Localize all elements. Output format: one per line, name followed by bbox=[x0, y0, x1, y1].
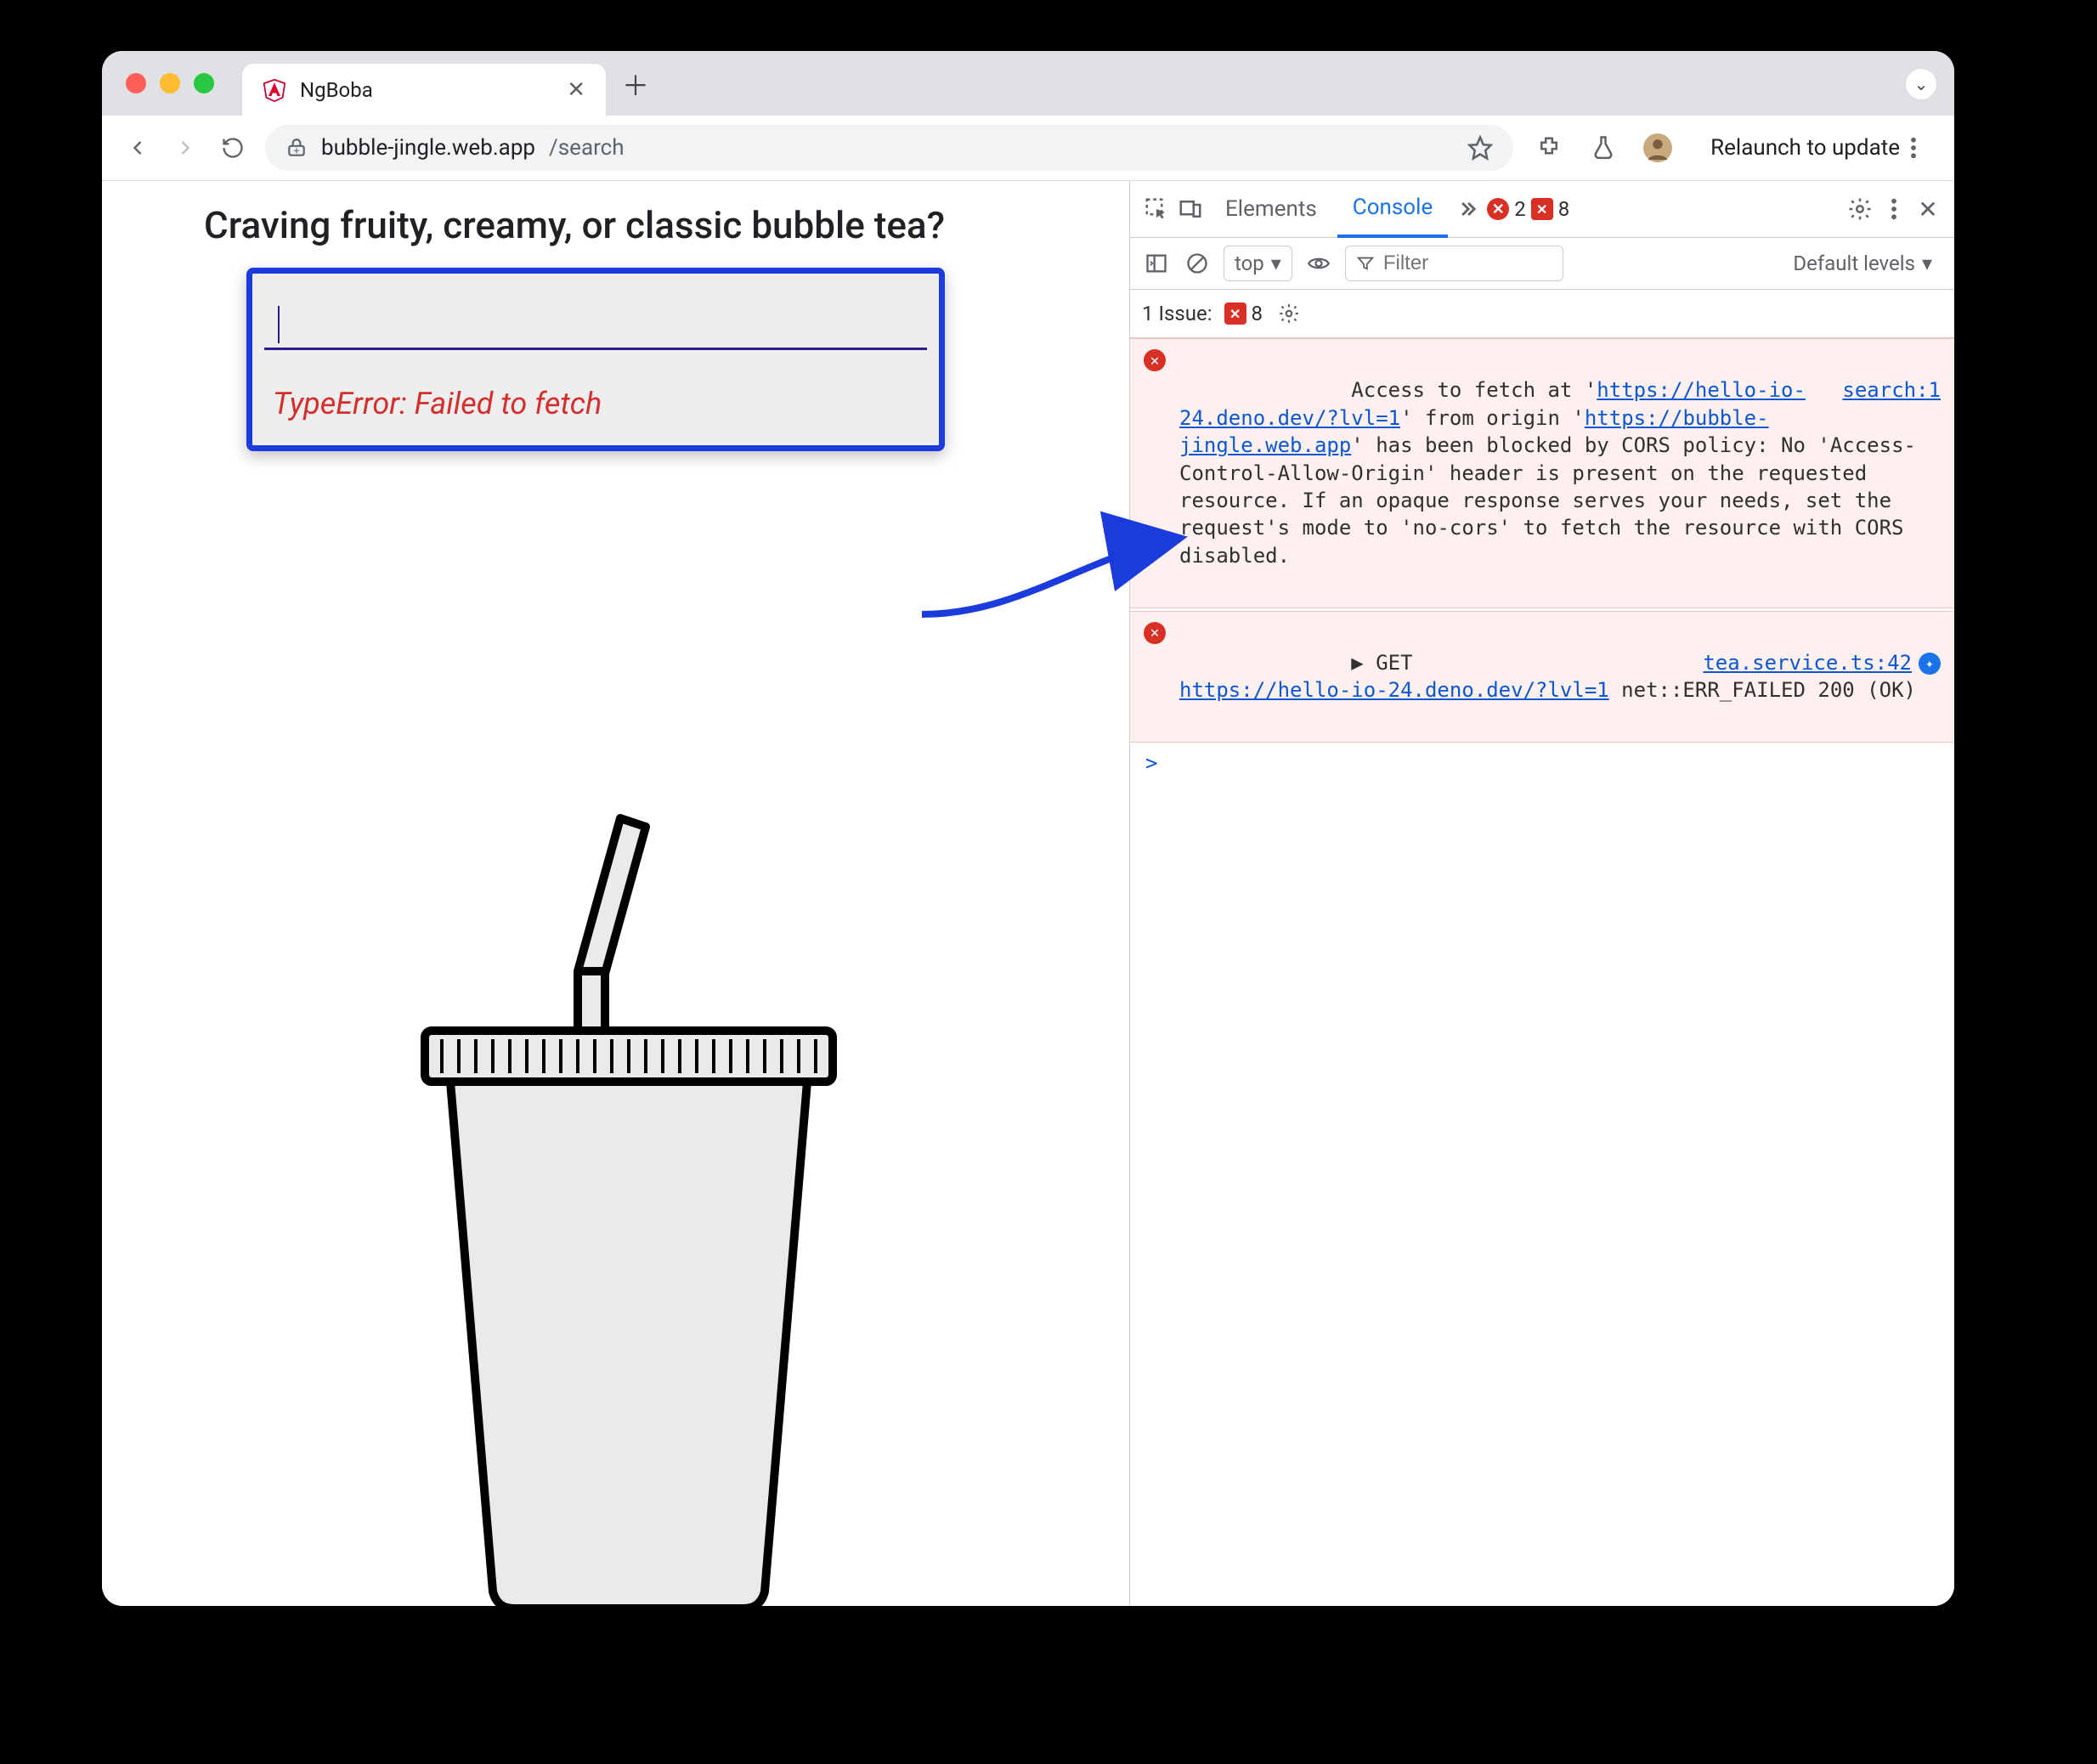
labs-icon[interactable] bbox=[1585, 125, 1622, 171]
toolbar: bubble-jingle.web.app/search Relaunch to… bbox=[102, 116, 1954, 181]
msg2-url[interactable]: https://hello-io-24.deno.dev/?lvl=1 bbox=[1179, 678, 1609, 702]
maximize-window-button[interactable] bbox=[194, 73, 214, 93]
log-levels-selector[interactable]: Default levels ▾ bbox=[1783, 246, 1942, 280]
inspect-element-icon[interactable] bbox=[1142, 195, 1171, 223]
issues-bar-count: 8 bbox=[1252, 302, 1263, 325]
context-label: top bbox=[1235, 252, 1264, 275]
source-link[interactable]: search:1 bbox=[1842, 378, 1941, 402]
kebab-menu-icon[interactable] bbox=[1910, 136, 1917, 160]
msg2-tail: net::ERR_FAILED 200 (OK) bbox=[1609, 678, 1916, 702]
site-info-icon[interactable] bbox=[285, 137, 308, 159]
close-window-button[interactable] bbox=[126, 73, 146, 93]
devtools-tabstrip: Elements Console ✕2 ✕8 ✕ bbox=[1130, 181, 1954, 238]
issues-settings-icon[interactable] bbox=[1275, 299, 1303, 328]
elements-tab-label: Elements bbox=[1225, 196, 1317, 222]
issues-label: 1 Issue: bbox=[1142, 302, 1212, 325]
url-path: /search bbox=[549, 135, 625, 161]
console-error-row[interactable]: ✕ search:1Access to fetch at 'https://he… bbox=[1130, 338, 1954, 608]
more-tabs-icon[interactable] bbox=[1453, 195, 1482, 223]
devtools-close-icon[interactable]: ✕ bbox=[1913, 195, 1942, 223]
console-error-row[interactable]: ✕ tea.service.ts:42✦▶ GET https://hello-… bbox=[1130, 611, 1954, 743]
devtools-kebab-icon[interactable] bbox=[1879, 195, 1908, 223]
context-selector[interactable]: top ▾ bbox=[1224, 246, 1292, 281]
live-expression-icon[interactable] bbox=[1304, 249, 1333, 278]
source-link[interactable]: tea.service.ts:42 bbox=[1703, 651, 1912, 675]
console-toolbar: top ▾ Default levels ▾ bbox=[1130, 238, 1954, 290]
device-toolbar-icon[interactable] bbox=[1176, 195, 1205, 223]
window-controls bbox=[126, 73, 214, 93]
fetch-error-text: TypeError: Failed to fetch bbox=[273, 386, 927, 421]
address-bar[interactable]: bubble-jingle.web.app/search bbox=[265, 125, 1513, 171]
console-sidebar-toggle-icon[interactable] bbox=[1142, 249, 1171, 278]
profile-avatar[interactable] bbox=[1639, 125, 1676, 171]
tab-title: NgBoba bbox=[300, 78, 553, 102]
devtools-settings-icon[interactable] bbox=[1845, 195, 1874, 223]
filter-icon bbox=[1356, 254, 1375, 273]
reload-button[interactable] bbox=[218, 133, 248, 163]
close-tab-icon[interactable]: ✕ bbox=[567, 77, 585, 103]
bookmark-icon[interactable] bbox=[1467, 135, 1493, 161]
boba-cup-illustration bbox=[365, 810, 892, 1606]
issues-bar-badge[interactable]: ✕8 bbox=[1224, 302, 1263, 325]
issues-count-value: 8 bbox=[1558, 197, 1570, 221]
console-tab[interactable]: Console bbox=[1337, 181, 1448, 238]
console-filter[interactable] bbox=[1345, 246, 1563, 281]
issues-bar: 1 Issue: ✕8 bbox=[1130, 290, 1954, 338]
msg1-mid: ' from origin ' bbox=[1400, 406, 1585, 430]
clear-console-icon[interactable] bbox=[1183, 249, 1212, 278]
ai-explain-icon[interactable]: ✦ bbox=[1919, 653, 1941, 675]
console-messages: ✕ search:1Access to fetch at 'https://he… bbox=[1130, 338, 1954, 743]
content-area: Craving fruity, creamy, or classic bubbl… bbox=[102, 181, 1954, 1606]
new-tab-button[interactable]: ＋ bbox=[622, 65, 649, 104]
msg1-pre: Access to fetch at ' bbox=[1351, 378, 1597, 402]
msg2-method: GET bbox=[1376, 651, 1412, 675]
devtools-panel: Elements Console ✕2 ✕8 ✕ bbox=[1129, 181, 1954, 1606]
url-domain: bubble-jingle.web.app bbox=[321, 135, 535, 161]
prompt-chevron-icon: > bbox=[1145, 751, 1157, 775]
console-tab-label: Console bbox=[1353, 195, 1433, 220]
text-cursor bbox=[278, 306, 280, 343]
expand-arrow-icon[interactable]: ▶ bbox=[1351, 651, 1363, 675]
annotation-arrow bbox=[918, 521, 1190, 657]
browser-tab[interactable]: NgBoba ✕ bbox=[241, 63, 607, 116]
back-button[interactable] bbox=[122, 133, 153, 163]
stage: NgBoba ✕ ＋ ⌄ bubble-jingle.web.app/searc… bbox=[0, 0, 2097, 1764]
error-count-badge[interactable]: ✕2 bbox=[1487, 197, 1526, 221]
elements-tab[interactable]: Elements bbox=[1210, 182, 1332, 236]
page-headline: Craving fruity, creamy, or classic bubbl… bbox=[204, 203, 1129, 247]
filter-input[interactable] bbox=[1382, 251, 1521, 276]
titlebar: NgBoba ✕ ＋ ⌄ bbox=[102, 51, 1954, 116]
relaunch-button[interactable]: Relaunch to update bbox=[1693, 125, 1934, 171]
tab-overflow-button[interactable]: ⌄ bbox=[1905, 68, 1937, 100]
angular-favicon-icon bbox=[263, 78, 286, 102]
minimize-window-button[interactable] bbox=[160, 73, 180, 93]
chevron-down-icon: ▾ bbox=[1271, 252, 1281, 275]
browser-window: NgBoba ✕ ＋ ⌄ bubble-jingle.web.app/searc… bbox=[102, 51, 1954, 1606]
levels-label: Default levels bbox=[1793, 252, 1915, 275]
search-card: TypeError: Failed to fetch bbox=[246, 268, 945, 451]
page-viewport: Craving fruity, creamy, or classic bubbl… bbox=[102, 181, 1129, 1606]
error-count-value: 2 bbox=[1514, 197, 1526, 221]
extensions-icon[interactable] bbox=[1530, 125, 1568, 171]
chevron-down-icon: ▾ bbox=[1922, 252, 1932, 275]
search-input[interactable] bbox=[264, 289, 927, 350]
console-prompt[interactable]: > bbox=[1130, 743, 1954, 783]
relaunch-label: Relaunch to update bbox=[1710, 135, 1900, 161]
forward-button[interactable] bbox=[170, 133, 201, 163]
issues-count-badge[interactable]: ✕8 bbox=[1531, 197, 1570, 221]
